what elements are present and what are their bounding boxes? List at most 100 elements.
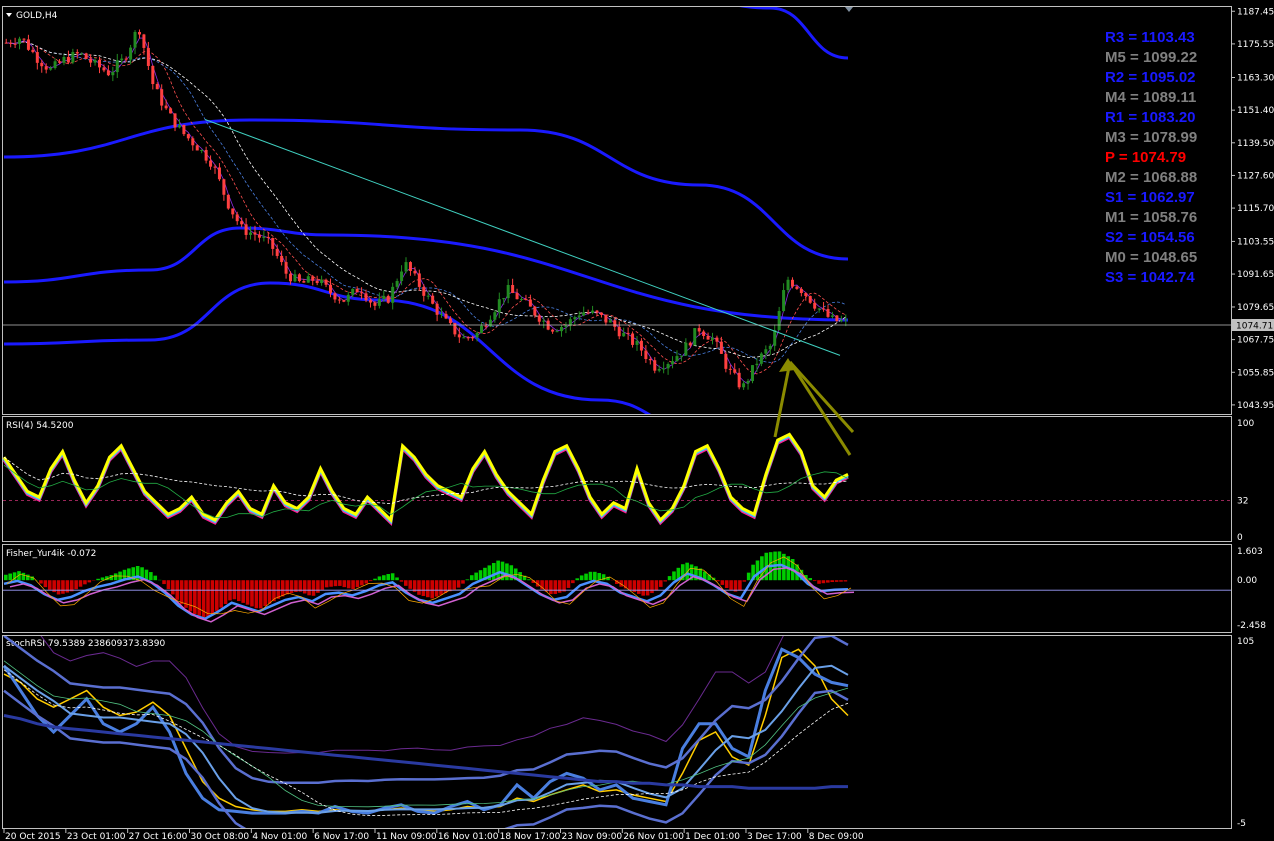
- candle-body: [98, 59, 102, 68]
- candle-body: [382, 295, 386, 300]
- candle-body: [493, 312, 497, 320]
- arrow-line: [788, 361, 852, 456]
- trading-chart[interactable]: GOLD,H4 R3 = 1103.43 M5 = 1099.22 R2 = 109…: [0, 0, 1274, 841]
- fisher-bar: [236, 580, 241, 602]
- fisher-bar: [408, 580, 413, 589]
- fisher-bar: [254, 580, 259, 609]
- fisher-bar: [364, 580, 369, 584]
- time-tick-label: 11 Nov 09:00: [376, 832, 437, 841]
- candle-body: [368, 300, 372, 303]
- candle-body: [746, 381, 750, 384]
- stoch-series-1: [3, 647, 849, 815]
- pivot-level-10: S2 = 1054.56: [1105, 229, 1195, 246]
- fisher-bar: [87, 580, 92, 583]
- candle-body: [622, 332, 626, 337]
- envelope-bands: [3, 7, 849, 414]
- fisher-bar: [667, 576, 672, 581]
- fisher-bar: [162, 580, 166, 585]
- candle-body: [502, 298, 506, 300]
- pivot-levels: R3 = 1103.43 M5 = 1099.22 R2 = 1095.02 M4 =…: [1105, 29, 1197, 286]
- chevron-down-icon[interactable]: [6, 13, 12, 17]
- fisher-bar: [390, 573, 395, 581]
- fisher-bar: [443, 580, 448, 594]
- candle-body: [84, 53, 88, 59]
- candle-body: [511, 284, 515, 293]
- fisher-bar: [61, 580, 65, 594]
- candle-body: [693, 328, 697, 346]
- fisher-bar: [250, 580, 254, 607]
- fisher-bar: [641, 580, 645, 596]
- fisher-bar: [399, 580, 404, 582]
- candle-body: [728, 368, 732, 370]
- price-tick-label: 1187.45: [1237, 7, 1274, 17]
- fisher-bar: [755, 560, 760, 581]
- candle-body: [400, 271, 404, 281]
- fisher-bar: [193, 580, 197, 615]
- candle-body: [697, 328, 701, 332]
- pivot-value: 1099.22: [1143, 49, 1197, 66]
- fisher-series: [3, 551, 1231, 623]
- fisher-bar: [430, 580, 434, 599]
- fisher-bar: [426, 580, 430, 598]
- candle-body: [422, 286, 426, 296]
- pivot-value: 1048.65: [1143, 249, 1197, 266]
- trendline-segment: [204, 119, 841, 356]
- fisher-bar: [575, 578, 580, 581]
- candle-body: [355, 288, 359, 293]
- fisher-bar: [821, 580, 826, 584]
- candle-body: [44, 66, 48, 70]
- candle-body: [129, 47, 133, 60]
- candle-body: [537, 315, 541, 322]
- fisher-bar: [320, 580, 325, 590]
- candle-body: [773, 330, 777, 346]
- fisher-bar: [672, 571, 676, 581]
- candle-body: [768, 345, 772, 350]
- pivot-level-5: M3 = 1078.99: [1105, 129, 1197, 146]
- fisher-bar: [21, 572, 26, 581]
- candle-body: [173, 113, 177, 128]
- candle-body: [457, 334, 461, 338]
- pivot-level-1: M5 = 1099.22: [1105, 49, 1197, 66]
- price-tick-label: 1151.40: [1237, 106, 1274, 116]
- fisher-bar: [439, 580, 443, 595]
- candle-body: [297, 274, 301, 282]
- candle-body: [480, 325, 484, 333]
- candle-body: [209, 160, 213, 167]
- candle-body: [484, 325, 488, 327]
- arrow-line: [773, 361, 792, 438]
- pivot-equals: =: [1123, 229, 1140, 246]
- fisher-bar: [360, 580, 364, 586]
- candle-body: [719, 341, 723, 354]
- candle-body: [782, 290, 786, 312]
- fisher-bar: [654, 580, 659, 591]
- candle-body: [755, 363, 759, 366]
- pivot-equals: =: [1124, 69, 1141, 86]
- fisher-bar: [461, 580, 465, 584]
- fisher-bar: [469, 575, 474, 581]
- symbol-title: GOLD,H4: [16, 11, 58, 21]
- candle-body: [582, 312, 586, 316]
- fisher-bar: [395, 577, 399, 581]
- rsi-series: [2, 432, 1231, 526]
- candle-body: [711, 337, 715, 340]
- candle-body: [9, 42, 13, 44]
- candle-body: [808, 296, 812, 303]
- time-tick-label: 8 Dec 09:00: [809, 832, 864, 841]
- moving-averages: [6, 37, 847, 385]
- pivot-value: 1062.97: [1140, 189, 1194, 206]
- candlesticks: [4, 29, 848, 390]
- fisher-bar: [8, 573, 12, 581]
- pivot-level-12: S3 = 1042.74: [1105, 269, 1195, 286]
- candle-body: [608, 320, 612, 323]
- fisher-bar: [553, 580, 558, 594]
- candle-body: [302, 281, 306, 283]
- fisher-bar: [808, 578, 813, 581]
- candle-body: [826, 309, 830, 317]
- fisher-bar: [452, 580, 456, 590]
- candle-body: [564, 325, 568, 328]
- fisher-tick-label: -2.458: [1237, 621, 1266, 631]
- candle-body: [448, 318, 452, 324]
- candle-body: [813, 302, 817, 309]
- candle-body: [240, 221, 244, 225]
- stoch-title: stochRSI 79.5389 238609373.8390: [6, 639, 166, 649]
